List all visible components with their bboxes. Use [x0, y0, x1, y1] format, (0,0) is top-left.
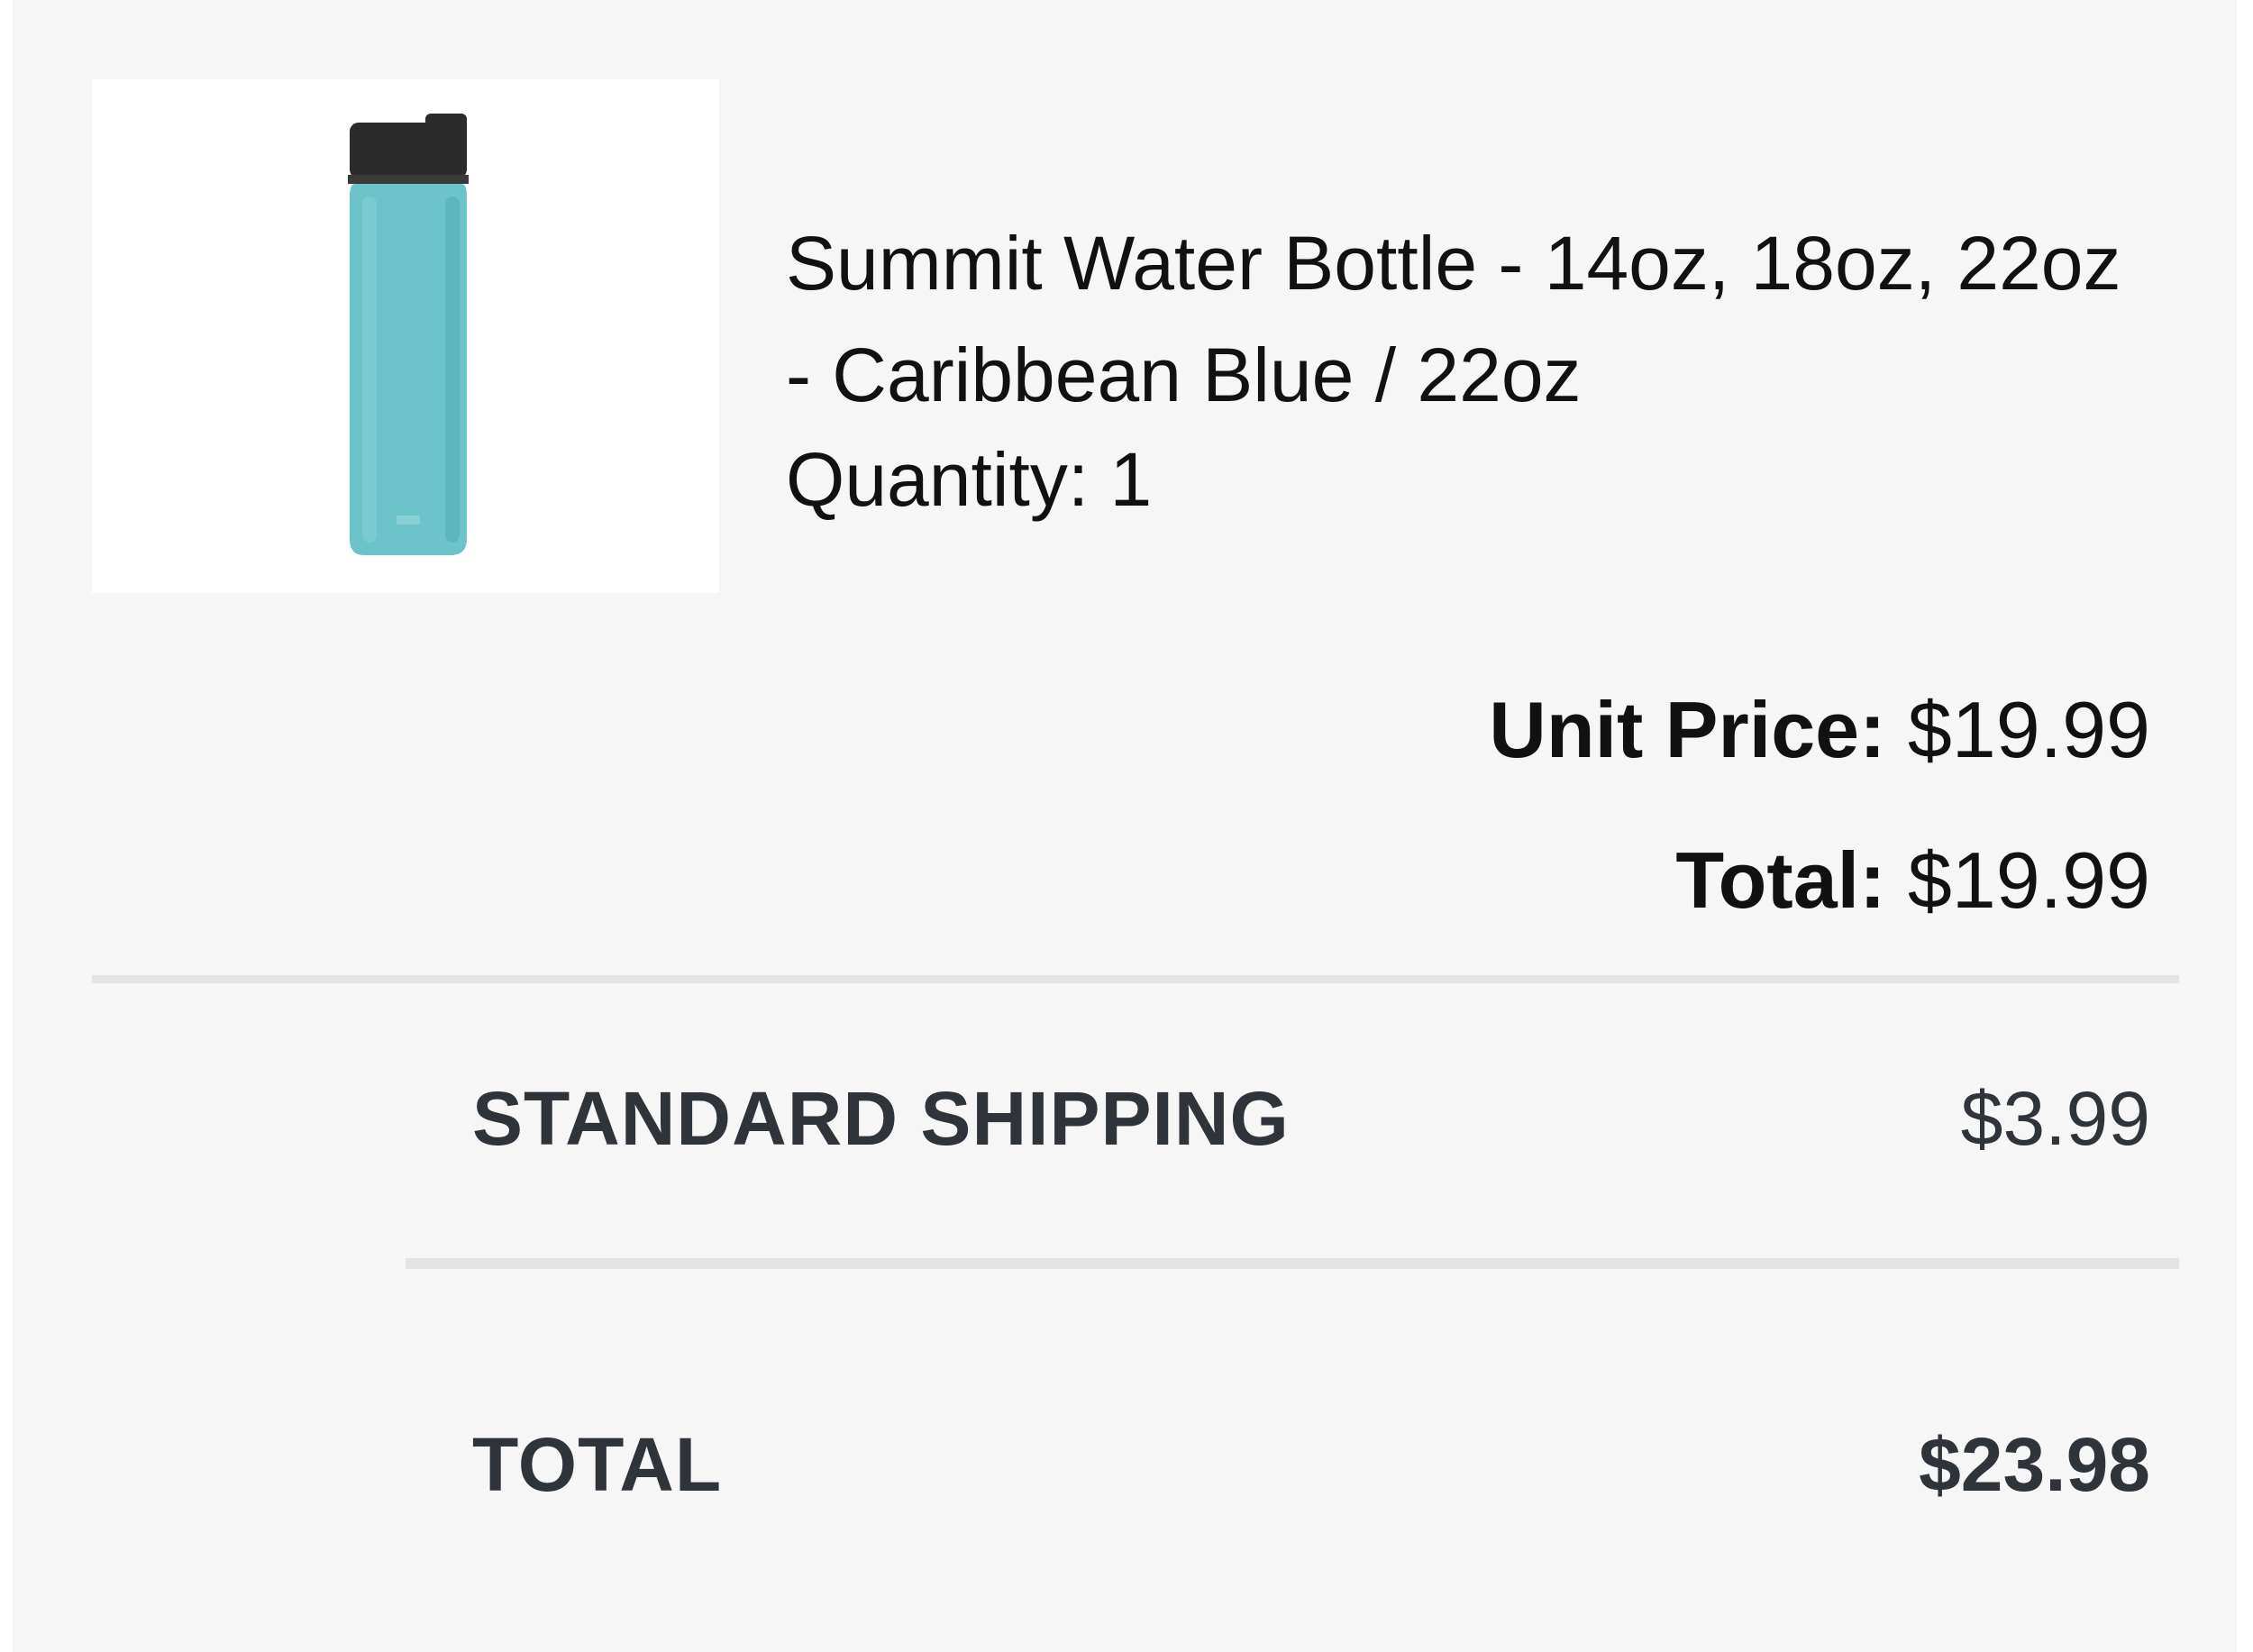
order-total-value: $23.98	[1919, 1422, 2150, 1507]
order-total-label: TOTAL	[472, 1422, 723, 1507]
shipping-label: STANDARD SHIPPING	[472, 1076, 1290, 1161]
divider	[92, 975, 2179, 983]
shipping-value: $3.99	[1960, 1076, 2150, 1161]
line-total-row: Total: $19.99	[1675, 831, 2150, 930]
product-image	[92, 79, 719, 593]
product-title: Summit Water Bottle - 14oz, 18oz, 22oz -…	[786, 221, 2121, 417]
order-summary-panel: Summit Water Bottle - 14oz, 18oz, 22oz -…	[13, 0, 2237, 1652]
line-total-label: Total:	[1675, 835, 1886, 925]
water-bottle-icon	[348, 114, 469, 555]
product-quantity: Quantity: 1	[786, 437, 1153, 522]
unit-price-row: Unit Price: $19.99	[1489, 680, 2150, 780]
unit-price-value: $19.99	[1907, 685, 2150, 774]
unit-price-label: Unit Price:	[1489, 685, 1886, 774]
line-total-value: $19.99	[1907, 835, 2150, 925]
divider	[406, 1258, 2179, 1269]
